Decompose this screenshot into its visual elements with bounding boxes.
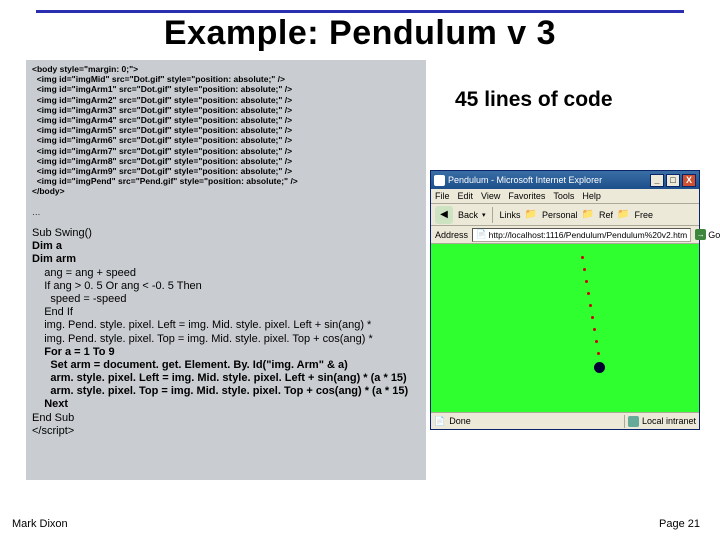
browser-window: Pendulum - Microsoft Internet Explorer _…	[430, 170, 700, 430]
ie-icon	[434, 175, 445, 186]
code-sub-11: arm. style. pixel. Left = img. Mid. styl…	[32, 372, 407, 384]
code-body-open: <body style="margin: 0;">	[32, 64, 138, 74]
lines-of-code-label: 45 lines of code	[455, 88, 613, 112]
code-sub-1: Dim a	[32, 240, 62, 252]
browser-title: Pendulum - Microsoft Internet Explorer	[448, 175, 602, 185]
pendulum-bob	[594, 362, 605, 373]
page-prefix: Page	[659, 518, 688, 530]
code-sub-5: speed = -speed	[32, 293, 126, 305]
address-field[interactable]: 📄 http://localhost:1116/Pendulum/Pendulu…	[472, 228, 691, 242]
address-label: Address	[435, 230, 468, 240]
browser-menubar: File Edit View Favorites Tools Help	[431, 189, 699, 204]
pendulum-arm-dot	[591, 316, 594, 319]
back-icon[interactable]: ◀	[435, 206, 453, 224]
code-sub-2: Dim arm	[32, 253, 76, 265]
code-img-0: <img id="imgMid" src="Dot.gif" style="po…	[32, 74, 285, 84]
folder-icon[interactable]: 📁	[525, 209, 537, 220]
go-label: Go	[708, 230, 720, 240]
menu-view[interactable]: View	[481, 191, 500, 201]
menu-favorites[interactable]: Favorites	[508, 191, 545, 201]
code-sub-4: If ang > 0. 5 Or ang < -0. 5 Then	[32, 280, 202, 292]
code-img-6: <img id="imgArm6" src="Dot.gif" style="p…	[32, 135, 292, 145]
folder-icon-2[interactable]: 📁	[582, 209, 594, 220]
browser-titlebar[interactable]: Pendulum - Microsoft Internet Explorer _…	[431, 171, 699, 189]
code-sub-9: For a = 1 To 9	[32, 346, 115, 358]
code-img-8: <img id="imgArm8" src="Dot.gif" style="p…	[32, 156, 292, 166]
code-listing: <body style="margin: 0;"> <img id="imgMi…	[26, 60, 426, 480]
code-img-1: <img id="imgArm1" src="Dot.gif" style="p…	[32, 84, 292, 94]
free-label[interactable]: Free	[634, 210, 653, 220]
code-img-7: <img id="imgArm7" src="Dot.gif" style="p…	[32, 146, 292, 156]
personal-label[interactable]: Personal	[542, 210, 578, 220]
code-ellipsis: …	[32, 207, 41, 217]
code-sub-10: Set arm = document. get. Element. By. Id…	[32, 359, 348, 371]
menu-edit[interactable]: Edit	[458, 191, 474, 201]
code-img-4: <img id="imgArm4" src="Dot.gif" style="p…	[32, 115, 292, 125]
page-icon: 📄	[476, 229, 487, 240]
back-label[interactable]: Back	[458, 210, 478, 220]
pendulum-arm-dot	[583, 268, 586, 271]
code-sub-0: Sub Swing()	[32, 227, 92, 239]
top-rule	[36, 10, 684, 13]
status-text: Done	[449, 416, 471, 426]
footer-author: Mark Dixon	[12, 518, 68, 530]
code-body-close: </body>	[32, 186, 65, 196]
browser-toolbar: ◀ Back ▾ Links 📁 Personal 📁 Ref 📁 Free	[431, 204, 699, 226]
intranet-icon	[628, 416, 639, 427]
folder-icon-3[interactable]: 📁	[617, 209, 629, 220]
code-img-5: <img id="imgArm5" src="Dot.gif" style="p…	[32, 125, 292, 135]
pendulum-arm-dot	[593, 328, 596, 331]
code-sub-3: ang = ang + speed	[32, 267, 136, 279]
browser-statusbar: 📄 Done Local intranet	[431, 412, 699, 429]
ref-label[interactable]: Ref	[599, 210, 613, 220]
pendulum-arm-dot	[587, 292, 590, 295]
pendulum-arm-dot	[589, 304, 592, 307]
status-sep	[624, 415, 625, 428]
browser-addressbar: Address 📄 http://localhost:1116/Pendulum…	[431, 226, 699, 244]
maximize-button[interactable]: □	[666, 174, 680, 187]
done-icon: 📄	[434, 416, 445, 427]
go-button[interactable]: → Go	[695, 229, 720, 240]
browser-viewport	[431, 244, 699, 412]
code-img-9: <img id="imgArm9" src="Dot.gif" style="p…	[32, 166, 292, 176]
menu-tools[interactable]: Tools	[553, 191, 574, 201]
status-zone: Local intranet	[642, 416, 696, 426]
page-number: 21	[688, 518, 700, 530]
pendulum-arm-dot	[581, 256, 584, 259]
code-sub-6: End If	[32, 306, 73, 318]
pendulum-arm-dot	[597, 352, 600, 355]
code-sub-7: img. Pend. style. pixel. Left = img. Mid…	[32, 319, 371, 331]
code-img-3: <img id="imgArm3" src="Dot.gif" style="p…	[32, 105, 292, 115]
code-sub-13: Next	[32, 398, 68, 410]
code-sub-12: arm. style. pixel. Top = img. Mid. style…	[32, 385, 408, 397]
footer-page: Page 21	[659, 518, 700, 530]
code-img-10: <img id="imgPend" src="Pend.gif" style="…	[32, 176, 298, 186]
code-img-2: <img id="imgArm2" src="Dot.gif" style="p…	[32, 95, 292, 105]
slide-title: Example: Pendulum v 3	[0, 14, 720, 53]
code-sub-14: End Sub	[32, 412, 74, 424]
go-arrow-icon: →	[695, 229, 706, 240]
code-sub-8: img. Pend. style. pixel. Top = img. Mid.…	[32, 333, 373, 345]
menu-file[interactable]: File	[435, 191, 450, 201]
pendulum-arm-dot	[595, 340, 598, 343]
minimize-button[interactable]: _	[650, 174, 664, 187]
menu-help[interactable]: Help	[582, 191, 601, 201]
links-label[interactable]: Links	[500, 210, 521, 220]
pendulum-arm-dot	[585, 280, 588, 283]
toolbar-sep	[492, 207, 493, 223]
code-sub-15: </script>	[32, 425, 74, 437]
close-button[interactable]: X	[682, 174, 696, 187]
address-value: http://localhost:1116/Pendulum/Pendulum%…	[489, 230, 688, 240]
